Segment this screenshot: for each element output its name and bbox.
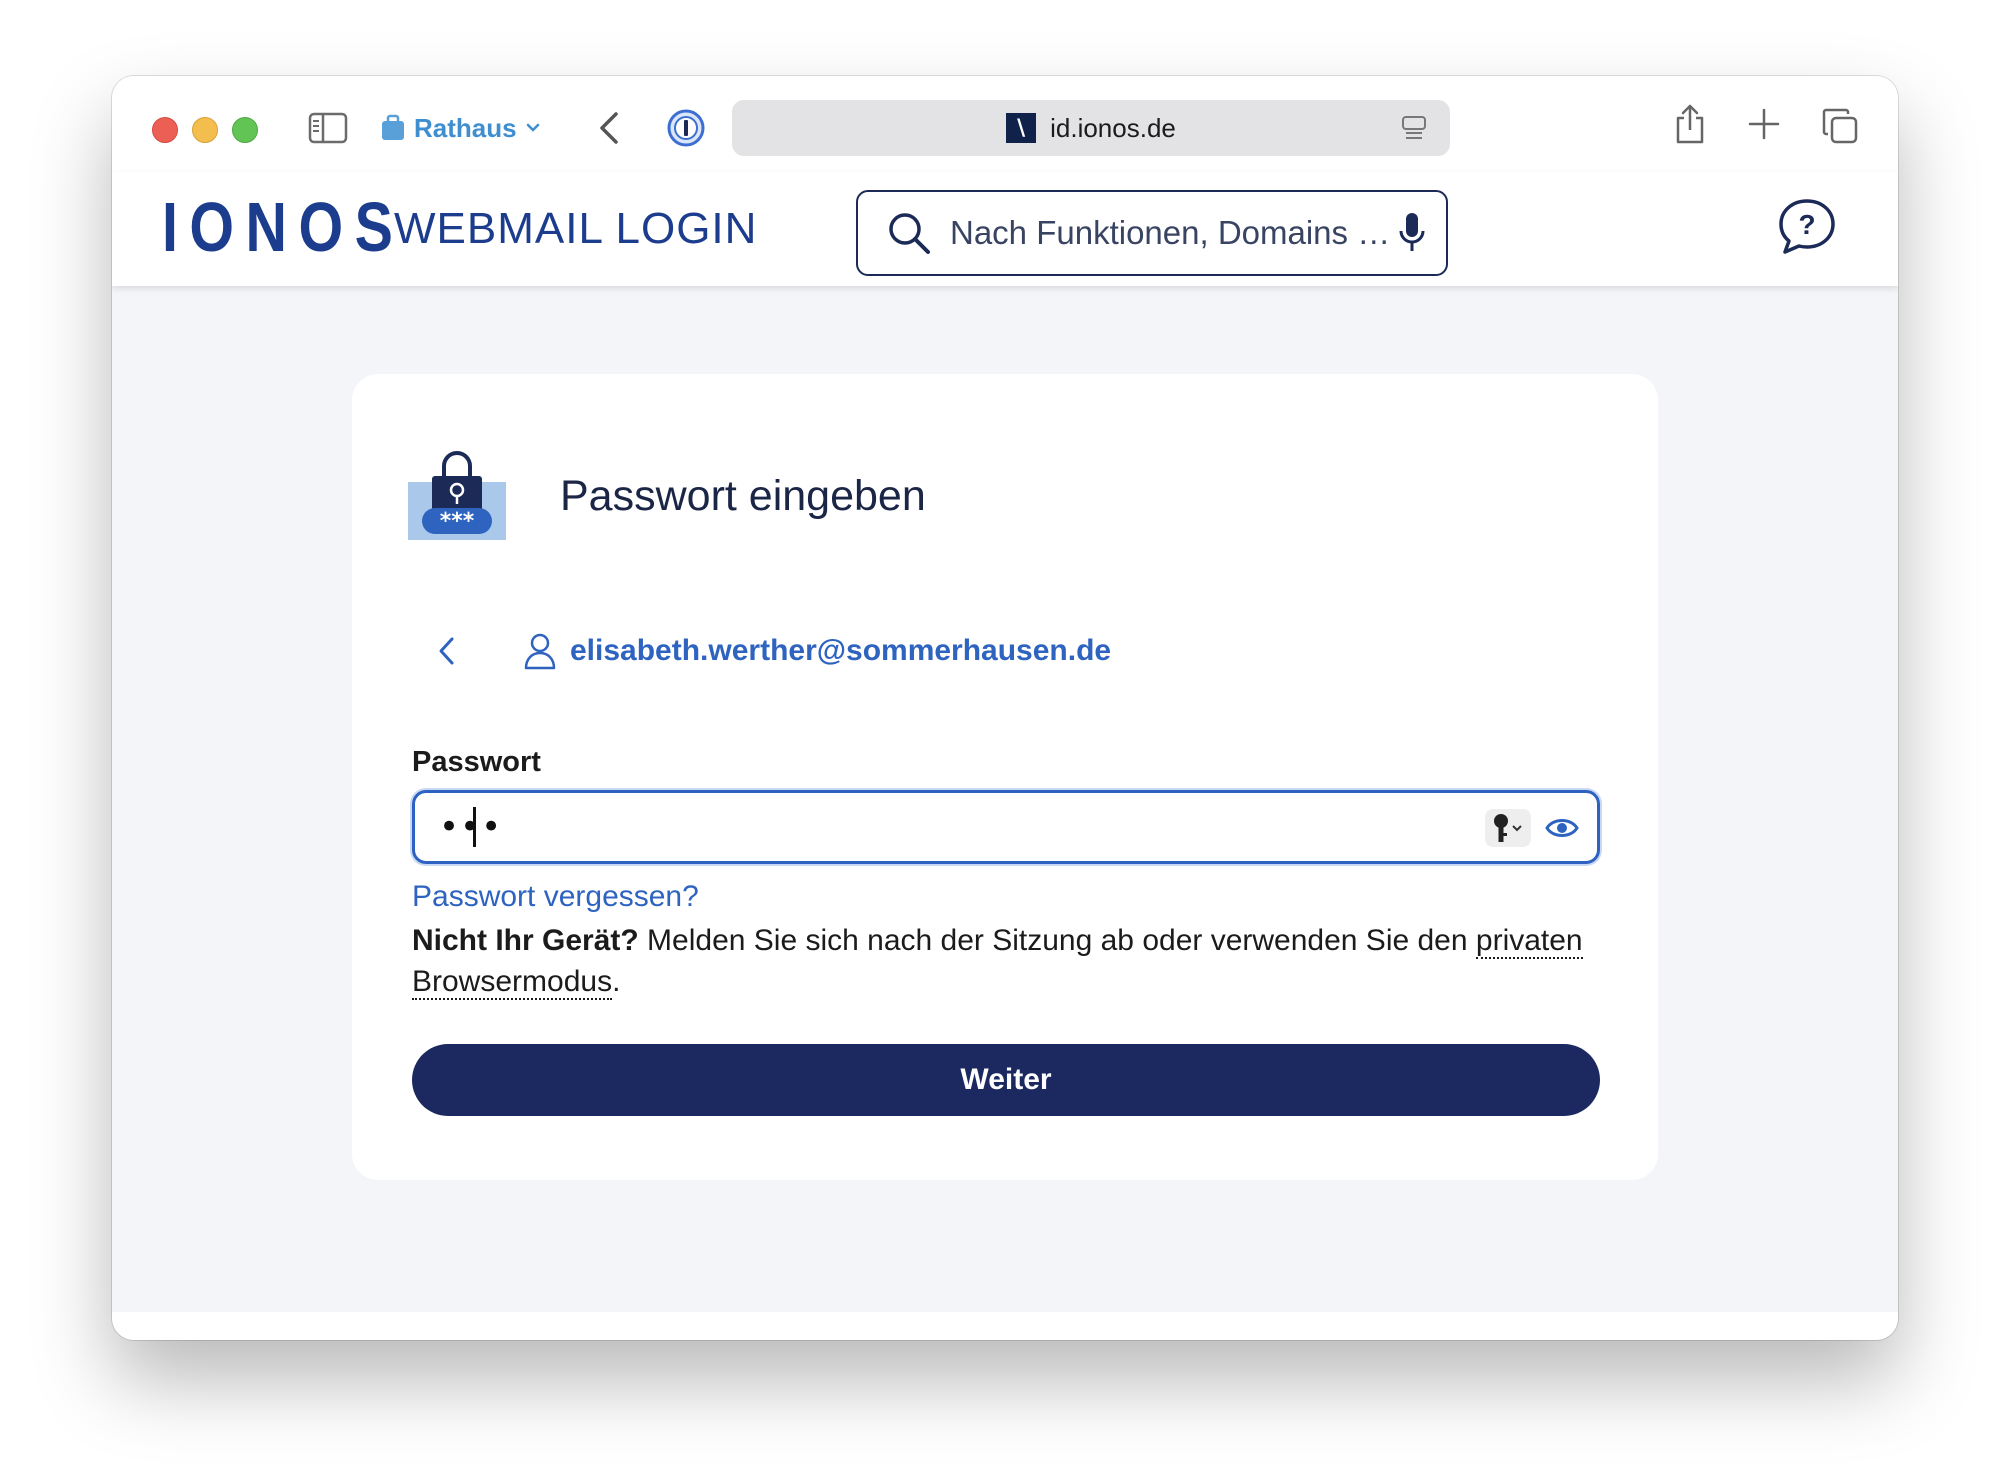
search-icon[interactable] — [886, 210, 932, 256]
lock-stars-text: *** — [440, 509, 475, 534]
tab-group-selector[interactable]: Rathaus — [380, 110, 541, 146]
show-password-eye-icon[interactable] — [1545, 815, 1579, 841]
browser-toolbar: Rathaus \ id.ionos.de — [112, 76, 1898, 172]
tab-overview-button[interactable] — [1820, 106, 1860, 146]
share-button[interactable] — [1672, 102, 1708, 146]
close-window-button[interactable] — [152, 117, 178, 143]
browser-window: Rathaus \ id.ionos.de IONOS WEBMAIL LOGI… — [112, 76, 1898, 1340]
forgot-password-link[interactable]: Passwort vergessen? — [412, 880, 699, 914]
account-email: elisabeth.werther@sommerhausen.de — [570, 634, 1112, 667]
user-icon — [524, 633, 556, 670]
help-chat-icon[interactable]: ? — [1776, 196, 1838, 256]
site-search — [856, 190, 1448, 276]
account-row: elisabeth.werther@sommerhausen.de — [432, 626, 1111, 676]
sidebar-toggle-icon[interactable] — [308, 112, 348, 144]
password-input[interactable]: ••• — [439, 807, 1439, 847]
password-lock-illustration: *** — [408, 451, 506, 540]
page-title: WEBMAIL LOGIN — [394, 204, 758, 253]
keychain-autofill-button[interactable] — [1485, 809, 1531, 847]
site-favicon-icon: \ — [1006, 113, 1037, 143]
minimize-window-button[interactable] — [192, 117, 218, 143]
password-label: Passwort — [412, 746, 541, 778]
plus-icon — [1748, 108, 1780, 140]
tab-overview-icon — [1822, 108, 1858, 144]
bottom-strip — [112, 1312, 1898, 1340]
chevron-left-icon[interactable] — [432, 631, 462, 671]
microphone-icon[interactable] — [1398, 211, 1426, 255]
tab-group-label: Rathaus — [414, 112, 517, 143]
tab-group-icon — [382, 114, 404, 140]
url-text: id.ionos.de — [1050, 112, 1176, 143]
notice-text: Melden Sie sich nach der Sitzung ab oder… — [638, 924, 1476, 957]
continue-button[interactable]: Weiter — [412, 1044, 1600, 1116]
browser-back-button[interactable] — [592, 108, 628, 148]
device-notice: Nicht Ihr Gerät? Melden Sie sich nach de… — [412, 920, 1612, 1002]
share-icon — [1676, 104, 1704, 144]
notice-strong-text: Nicht Ihr Gerät? — [412, 924, 639, 957]
text-caret — [473, 807, 476, 847]
notice-end: . — [612, 965, 621, 998]
password-field[interactable]: ••• — [412, 790, 1600, 864]
card-title: Passwort eingeben — [560, 472, 926, 520]
reader-view-icon[interactable] — [1400, 114, 1428, 142]
key-icon — [1494, 814, 1522, 842]
svg-text:?: ? — [1798, 209, 1815, 240]
password-card: *** Passwort eingeben elisabeth.werther@… — [352, 374, 1658, 1180]
new-tab-button[interactable] — [1746, 106, 1782, 142]
search-input[interactable] — [948, 213, 1392, 253]
site-header: IONOS WEBMAIL LOGIN ? — [112, 172, 1898, 286]
zoom-window-button[interactable] — [232, 117, 258, 143]
chevron-left-icon — [600, 112, 618, 144]
chevron-down-icon — [526, 123, 539, 132]
address-bar[interactable]: \ id.ionos.de — [732, 100, 1450, 156]
password-manager-extension-icon[interactable] — [666, 108, 706, 148]
ionos-logo[interactable]: IONOS — [162, 192, 404, 262]
